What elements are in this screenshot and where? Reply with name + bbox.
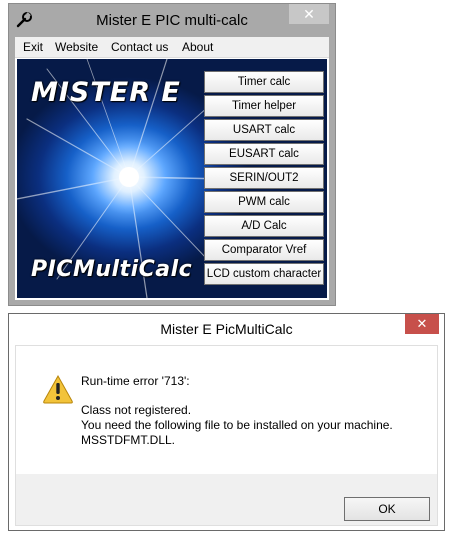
- serin-out2-button[interactable]: SERIN/OUT2: [204, 167, 324, 189]
- lcd-custom-character-button[interactable]: LCD custom character: [204, 263, 324, 285]
- error-dialog: Mister E PicMultiCalc ✕ Run-time error '…: [8, 313, 445, 531]
- error-code-line: Run-time error '713':: [81, 374, 190, 388]
- picmulticalc-logo: PICMultiCalc: [31, 257, 193, 282]
- error-close-button[interactable]: ✕: [405, 314, 439, 334]
- error-dialog-title: Mister E PicMultiCalc: [160, 321, 293, 337]
- error-need-file-line: You need the following file to be instal…: [81, 418, 393, 432]
- error-dialog-body: Run-time error '713': Class not register…: [15, 345, 438, 526]
- error-message: Run-time error '713': Class not register…: [81, 374, 393, 448]
- menu-about[interactable]: About: [182, 40, 213, 54]
- usart-calc-button[interactable]: USART calc: [204, 119, 324, 141]
- main-title-bar[interactable]: Mister E PIC multi-calc ✕: [9, 4, 335, 37]
- dialog-button-bar: OK: [16, 474, 437, 525]
- eusart-calc-button[interactable]: EUSART calc: [204, 143, 324, 165]
- main-close-button[interactable]: ✕: [289, 4, 329, 24]
- timer-helper-button[interactable]: Timer helper: [204, 95, 324, 117]
- main-client-area: Exit Website Contact us About MISTER E P…: [15, 37, 329, 300]
- comparator-vref-button[interactable]: Comparator Vref: [204, 239, 324, 261]
- pwm-calc-button[interactable]: PWM calc: [204, 191, 324, 213]
- menu-contact-us[interactable]: Contact us: [111, 40, 168, 54]
- menu-bar: Exit Website Contact us About: [15, 37, 329, 58]
- error-class-line: Class not registered.: [81, 403, 192, 417]
- menu-website[interactable]: Website: [55, 40, 98, 54]
- ad-calc-button[interactable]: A/D Calc: [204, 215, 324, 237]
- timer-calc-button[interactable]: Timer calc: [204, 71, 324, 93]
- menu-exit[interactable]: Exit: [23, 40, 43, 54]
- mister-e-logo: MISTER E: [31, 77, 181, 108]
- ok-button[interactable]: OK: [344, 497, 430, 521]
- splash-banner: MISTER E PICMultiCalc Timer calc Timer h…: [17, 59, 327, 298]
- main-window: Mister E PIC multi-calc ✕ Exit Website C…: [8, 3, 336, 306]
- error-filename-line: MSSTDFMT.DLL.: [81, 433, 176, 447]
- warning-icon: [43, 374, 73, 404]
- main-window-title: Mister E PIC multi-calc: [96, 12, 248, 29]
